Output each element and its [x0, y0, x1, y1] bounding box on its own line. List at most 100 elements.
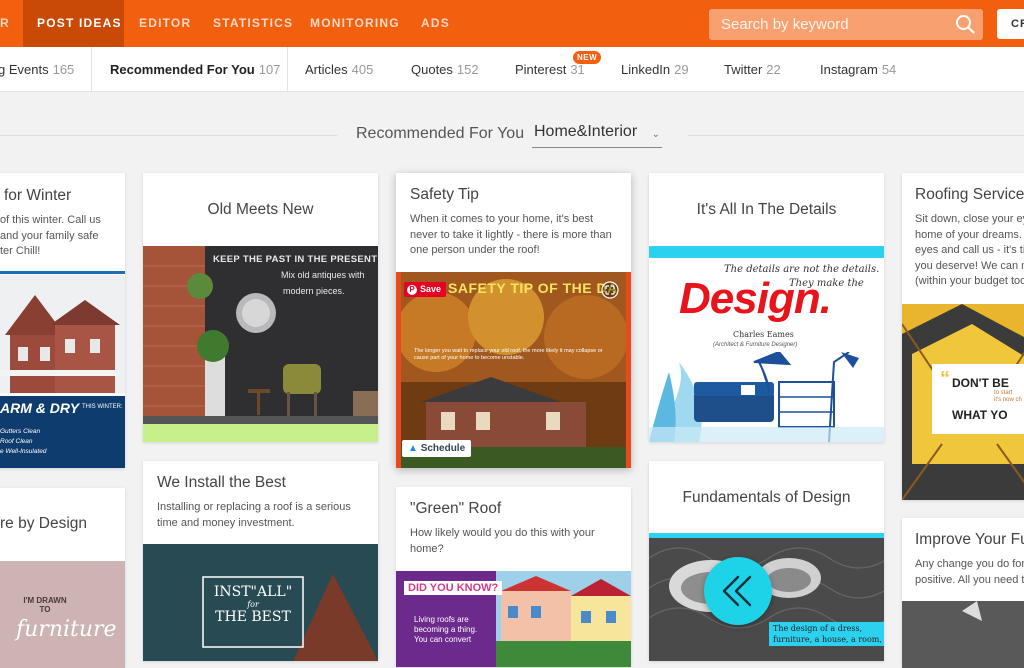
post-card-install-best[interactable]: We Install the Best Installing or replac…: [143, 461, 378, 661]
overlay-line: I'M DRAWN: [23, 596, 67, 605]
post-card-green-roof[interactable]: "Green" Roof How likely would you do thi…: [396, 487, 631, 667]
overlay-line: TO: [39, 605, 51, 614]
overlay-line: DON'T BE: [952, 376, 1009, 390]
tab-twitter[interactable]: Twitter 22: [724, 47, 781, 92]
card-title: Old Meets New: [207, 201, 314, 218]
card-text-line: of this winter. Call us: [0, 214, 101, 226]
card-text-line: Installing or replacing a roof is a seri…: [157, 501, 351, 513]
overlay-list-item: Roof Clean: [0, 438, 33, 445]
card-title: re by Design: [0, 515, 88, 532]
post-card-old-meets-new[interactable]: Old Meets New KEEP THE PAST IN THE PRESE…: [143, 173, 378, 442]
tab-trending-events[interactable]: g Events 165: [0, 47, 74, 92]
filter-divider-left: [0, 135, 337, 136]
quote-author: Charles Eames: [733, 330, 794, 339]
card-text-line: you deserve! We can m: [915, 259, 1024, 272]
card-title: "Green" Roof: [410, 500, 502, 517]
search-icon[interactable]: [955, 14, 975, 34]
tab-count: 22: [766, 62, 781, 77]
card-description: How likely would you do this with your h…: [410, 526, 625, 557]
pinterest-icon: P: [407, 285, 417, 295]
overlay-line: to start: [994, 390, 1013, 396]
card-description: Any change you do for positive. All you …: [915, 557, 1024, 588]
overlay-line: INST"ALL": [213, 584, 293, 600]
create-button[interactable]: CR: [997, 9, 1024, 39]
tab-linkedin[interactable]: LinkedIn 29: [621, 47, 689, 92]
category-select[interactable]: Home&Interior ⌄: [532, 123, 662, 148]
overlay-text: The design of a dress, furniture, a hous…: [769, 622, 884, 646]
overlay-headline: ARM & DRY: [0, 400, 80, 416]
card-title: Roofing Service: [915, 186, 1024, 203]
post-card-roofing-service[interactable]: Roofing Service Sit down, close your ey …: [902, 173, 1024, 500]
overlay-line: it's now ch: [994, 397, 1022, 403]
overlay-headline: DID YOU KNOW?: [404, 581, 503, 595]
tab-count: 54: [881, 62, 897, 77]
tab-count: 29: [674, 62, 689, 77]
nav-item-partial[interactable]: R: [0, 0, 24, 47]
expand-icon[interactable]: [601, 281, 619, 299]
top-navigation-bar: R POST IDEAS EDITOR STATISTICS MONITORIN…: [0, 0, 1024, 47]
quote-mark-icon: “: [940, 368, 950, 390]
overlay-line: becoming a thing.: [414, 625, 478, 634]
post-card-details[interactable]: It's All In The Details The details are …: [649, 173, 884, 442]
blue-furniture-illustration: [649, 352, 884, 442]
card-text-line: Sit down, close your ey: [915, 213, 1024, 225]
nav-item-post-ideas[interactable]: POST IDEAS: [23, 0, 124, 47]
search-input[interactable]: [709, 9, 949, 40]
card-text-line: never to take it lightly - there is more…: [410, 228, 612, 241]
tab-instagram[interactable]: Instagram 54: [820, 47, 896, 92]
tab-recommended[interactable]: Recommended For You 107: [110, 47, 280, 92]
tab-quotes[interactable]: Quotes 152: [411, 47, 479, 92]
overlay-line: to start it's now ch: [994, 390, 1022, 404]
card-text-line: time and money investment.: [157, 516, 295, 529]
tab-label: Instagram: [820, 62, 878, 77]
save-label: Save: [420, 284, 442, 294]
quote-author-subtitle: (Architect & Furniture Designer): [713, 342, 798, 348]
nav-item-ads[interactable]: ADS: [407, 0, 464, 47]
overlay-line: furniture, a house, a room,: [773, 635, 882, 644]
schedule-button[interactable]: ▲ Schedule: [402, 440, 472, 457]
card-image-design-quote: The details are not the details. They ma…: [649, 258, 884, 442]
overlay-line: for: [247, 600, 259, 609]
card-text-line: (within your budget too: [915, 275, 1024, 287]
tab-count: 107: [258, 62, 281, 77]
schedule-label: Schedule: [420, 443, 466, 454]
category-tab-bar: g Events 165 Recommended For You 107 Artic…: [0, 47, 1024, 92]
overlay-text: INST"ALL" for THE BEST: [213, 584, 293, 625]
card-text-line: home of your dreams. I: [915, 228, 1024, 241]
post-card-winter[interactable]: for Winter of this winter. Call us and y…: [0, 173, 125, 468]
post-card-safety-tip[interactable]: Safety Tip When it comes to your home, i…: [396, 173, 631, 468]
tab-label: Recommended For You: [110, 62, 255, 77]
card-image-roof-sky: INST"ALL" for THE BEST: [143, 544, 378, 661]
overlay-line: Living roofs are: [414, 615, 469, 624]
card-image-green-roof: DID YOU KNOW? Living roofs are becoming …: [396, 571, 631, 667]
nav-item-editor[interactable]: EDITOR: [125, 0, 205, 47]
post-card-fundamentals[interactable]: Fundamentals of Design The design of a d…: [649, 461, 884, 661]
tab-articles[interactable]: Articles 405: [305, 47, 373, 92]
card-title: Safety Tip: [410, 186, 479, 203]
card-image-vintage-room: KEEP THE PAST IN THE PRESENT TENSE. Mix …: [143, 246, 378, 424]
card-image-safety-roof: SAFETY TIP OF THE DA The longer you wait…: [396, 272, 631, 468]
filter-label: Recommended For You: [356, 125, 525, 142]
overlay-list: Gutters Clean Roof Clean e Well-Insulate…: [0, 427, 47, 457]
post-card-improve[interactable]: Improve Your Fu Any change you do for po…: [902, 518, 1024, 668]
card-image-improve: [902, 601, 1024, 668]
card-description: When it comes to your home, it's best ne…: [410, 212, 625, 259]
post-card-furniture[interactable]: re by Design I'M DRAWN TO furniture: [0, 488, 125, 668]
double-chevron-left-icon: [722, 575, 752, 607]
chevron-down-icon: ⌄: [651, 129, 660, 140]
collapse-panel-button[interactable]: [704, 557, 772, 625]
tab-count: 31: [570, 62, 585, 77]
overlay-list-item: e Well-Insulated: [0, 448, 47, 455]
pinterest-save-button[interactable]: P Save: [404, 282, 447, 297]
card-text-line: one person under the roof!: [410, 244, 540, 256]
nav-item-statistics[interactable]: STATISTICS: [199, 0, 307, 47]
overlay-list-item: Gutters Clean: [0, 428, 41, 435]
interior-illustration: [902, 601, 1024, 668]
nav-item-monitoring[interactable]: MONITORING: [296, 0, 414, 47]
card-text-line: Any change you do for: [915, 558, 1024, 570]
tab-label: Articles: [305, 62, 348, 77]
card-title: It's All In The Details: [696, 201, 837, 218]
tab-label: Twitter: [724, 62, 763, 77]
new-badge: NEW: [573, 51, 602, 64]
overlay-headline: SAFETY TIP OF THE DA: [448, 280, 618, 296]
